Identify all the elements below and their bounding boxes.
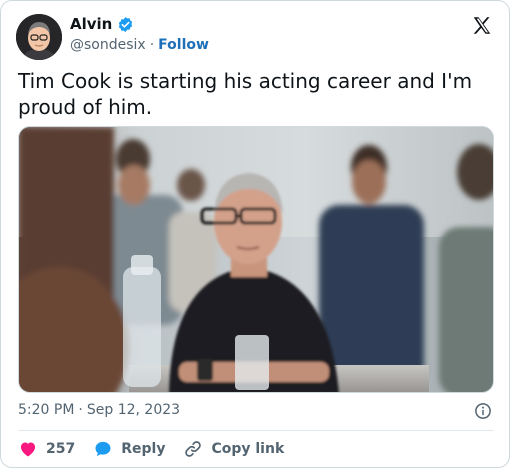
author-handle[interactable]: @sondesix: [70, 37, 146, 53]
reply-button[interactable]: Reply: [93, 439, 165, 459]
tweet-timestamp[interactable]: 5:20 PM · Sep 12, 2023: [18, 402, 180, 418]
verified-badge-icon: [117, 16, 134, 33]
info-icon[interactable]: [474, 402, 492, 420]
tweet-actions: 257 Reply Copy link: [18, 439, 284, 459]
like-button[interactable]: 257: [18, 439, 75, 459]
tweet-card: Alvin @sondesix · Follow Tim Cook is sta…: [0, 0, 510, 468]
avatar[interactable]: [16, 14, 62, 60]
like-count: 257: [46, 441, 76, 457]
copy-link-label: Copy link: [211, 441, 285, 457]
author-handle-row: @sondesix · Follow: [70, 37, 209, 53]
handle-separator: ·: [149, 37, 155, 53]
follow-button[interactable]: Follow: [158, 37, 209, 53]
reply-bubble-icon: [93, 439, 113, 459]
x-logo-icon[interactable]: [471, 15, 493, 37]
tweet-text: Tim Cook is starting his acting career a…: [18, 69, 473, 119]
heart-icon: [18, 439, 38, 459]
tweet-media-image[interactable]: [18, 126, 494, 393]
timestamp-separator: ·: [78, 402, 83, 418]
divider: [18, 430, 494, 431]
author-name-row: Alvin: [70, 15, 134, 33]
tweet-date: Sep 12, 2023: [86, 402, 181, 418]
reply-label: Reply: [121, 441, 166, 457]
link-icon: [183, 439, 203, 459]
tweet-time: 5:20 PM: [18, 402, 75, 418]
author-name[interactable]: Alvin: [70, 15, 112, 33]
copy-link-button[interactable]: Copy link: [183, 439, 284, 459]
